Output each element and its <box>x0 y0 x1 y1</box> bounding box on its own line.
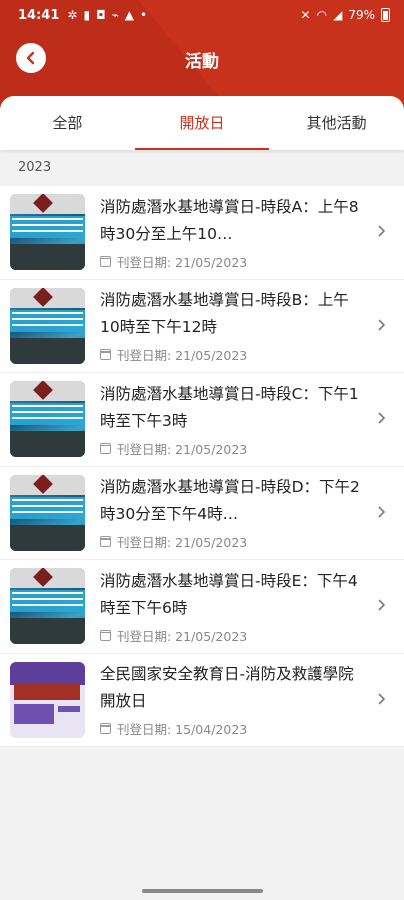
calendar-icon <box>100 442 111 454</box>
gesture-nav-bar[interactable] <box>142 889 263 893</box>
warning-icon: ▲ <box>124 8 135 22</box>
item-date: 刊登日期: 21/05/2023 <box>117 535 248 551</box>
list-item[interactable]: 消防處潛水基地導賞日-時段E：下午4時至下午6時 刊登日期: 21/05/202… <box>0 560 404 654</box>
item-title: 消防處潛水基地導賞日-時段E：下午4時至下午6時 <box>100 571 358 617</box>
item-title: 消防處潛水基地導賞日-時段C：下午1時至下午3時 <box>100 384 359 430</box>
item-date: 刊登日期: 21/05/2023 <box>117 348 248 364</box>
system-icons: ✕ ◠ ◢ 79% <box>301 8 390 22</box>
event-thumbnail <box>10 474 85 551</box>
tab-all[interactable]: 全部 <box>0 96 135 150</box>
calendar-icon <box>100 255 111 267</box>
notification-icons: ✲ ▮ ◘ ⌁ ▲ • <box>67 8 147 22</box>
page-title: 活動 <box>185 52 219 72</box>
event-list: 消防處潛水基地導賞日-時段A：上午8時30分至上午10… 刊登日期: 21/05… <box>0 186 404 747</box>
tab-bar: 全部 開放日 其他活動 <box>0 96 404 150</box>
item-date: 刊登日期: 21/05/2023 <box>117 254 248 270</box>
event-thumbnail <box>10 194 85 271</box>
list-item[interactable]: 全民國家安全教育日-消防及救護學院開放日 刊登日期: 15/04/2023 <box>0 654 404 747</box>
chevron-right-icon <box>378 318 386 331</box>
event-thumbnail <box>10 568 85 645</box>
photo-icon: ◘ <box>96 8 106 22</box>
cell-signal-icon: ◢ <box>333 8 343 22</box>
event-thumbnail <box>10 287 85 364</box>
item-title: 全民國家安全教育日-消防及救護學院開放日 <box>100 665 354 711</box>
mute-icon: ✕ <box>300 8 311 22</box>
settings-icon: ✲ <box>67 8 78 22</box>
item-date: 刊登日期: 21/05/2023 <box>117 441 248 457</box>
item-title: 消防處潛水基地導賞日-時段D：下午2時30分至下午4時… <box>100 478 360 524</box>
signal-off-icon: ⌁ <box>111 8 119 22</box>
tab-open-day[interactable]: 開放日 <box>134 96 270 150</box>
calendar-icon <box>100 723 111 735</box>
app-header: 14:41 ✲ ▮ ◘ ⌁ ▲ • ✕ ◠ ◢ 79% 活動 <box>0 0 404 110</box>
list-item[interactable]: 消防處潛水基地導賞日-時段B：上午10時至下午12時 刊登日期: 21/05/2… <box>0 280 404 373</box>
calendar-icon <box>100 536 111 548</box>
item-title: 消防處潛水基地導賞日-時段B：上午10時至下午12時 <box>100 291 349 337</box>
event-thumbnail <box>10 661 85 738</box>
battery-level: 79% <box>348 8 375 22</box>
chevron-right-icon <box>378 412 386 424</box>
list-item[interactable]: 消防處潛水基地導賞日-時段C：下午1時至下午3時 刊登日期: 21/05/202… <box>0 373 404 467</box>
status-time: 14:41 <box>18 7 60 23</box>
chevron-right-icon <box>378 692 386 705</box>
calendar-icon <box>100 629 111 641</box>
item-date: 刊登日期: 15/04/2023 <box>117 722 248 738</box>
item-date: 刊登日期: 21/05/2023 <box>117 628 248 644</box>
year-heading: 2023 <box>18 160 52 175</box>
item-title: 消防處潛水基地導賞日-時段A：上午8時30分至上午10… <box>100 197 359 243</box>
battery-icon <box>381 8 390 22</box>
wifi-icon: ◠ <box>316 8 328 22</box>
lock-icon: ▮ <box>83 8 91 22</box>
chevron-right-icon <box>378 505 386 518</box>
calendar-icon <box>100 349 111 361</box>
tab-other-events[interactable]: 其他活動 <box>269 96 404 150</box>
dot-icon: • <box>140 8 148 22</box>
list-item[interactable]: 消防處潛水基地導賞日-時段A：上午8時30分至上午10… 刊登日期: 21/05… <box>0 186 404 280</box>
chevron-right-icon <box>378 599 386 611</box>
list-item[interactable]: 消防處潛水基地導賞日-時段D：下午2時30分至下午4時… 刊登日期: 21/05… <box>0 467 404 560</box>
chevron-right-icon <box>378 225 386 237</box>
event-thumbnail <box>10 381 85 458</box>
status-bar: 14:41 ✲ ▮ ◘ ⌁ ▲ • ✕ ◠ ◢ 79% <box>0 0 404 30</box>
